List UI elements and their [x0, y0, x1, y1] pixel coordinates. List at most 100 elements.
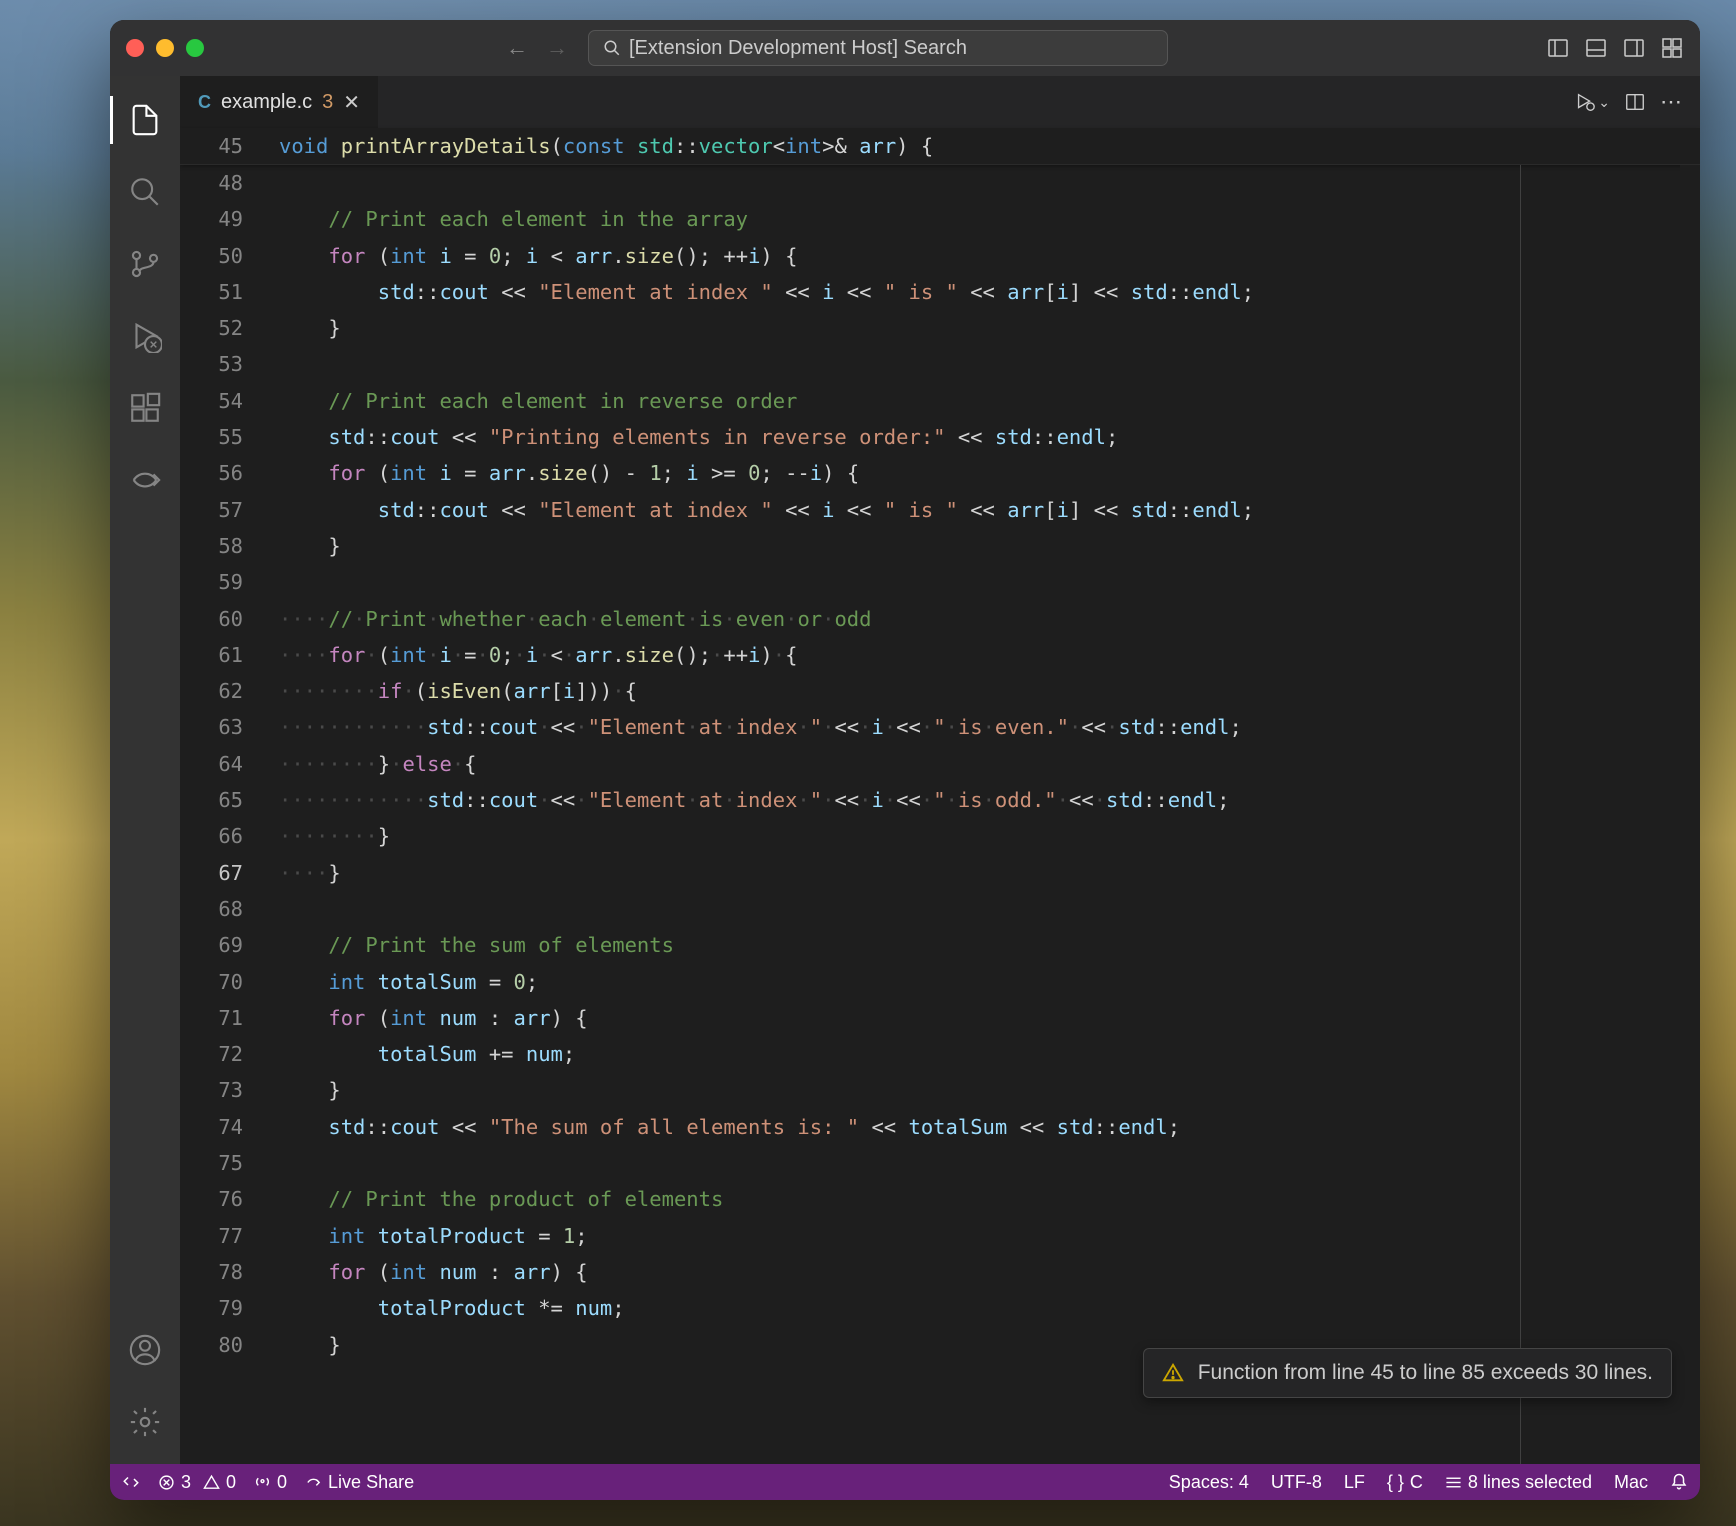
search-icon — [603, 39, 621, 57]
eol-indicator[interactable]: LF — [1344, 1472, 1365, 1493]
warning-icon — [203, 1474, 220, 1491]
maximize-window-button[interactable] — [186, 39, 204, 57]
selection-icon — [1445, 1476, 1462, 1489]
code-line: std::cout << "Element at index " << i <<… — [271, 492, 1700, 528]
code-line: // Print the sum of elements — [271, 927, 1700, 963]
code-line: totalProduct *= num; — [271, 1290, 1700, 1326]
ports-count: 0 — [277, 1472, 287, 1493]
more-actions-icon[interactable]: ⋯ — [1660, 89, 1682, 115]
tab-filename: example.c — [221, 91, 312, 114]
language-mode[interactable]: { } C — [1387, 1472, 1423, 1493]
tab-close-icon[interactable]: ✕ — [343, 90, 360, 115]
nav-forward-icon[interactable]: → — [546, 35, 568, 61]
code-line: } — [271, 528, 1700, 564]
code-line: int totalProduct = 1; — [271, 1218, 1700, 1254]
status-bar: 3 0 0 Live Share Spaces: 4 UTF-8 LF { } … — [110, 1464, 1700, 1500]
traffic-lights — [126, 39, 204, 57]
play-bug-icon — [1574, 91, 1596, 113]
bell-icon — [1670, 1473, 1688, 1491]
error-icon — [158, 1474, 175, 1491]
code-line: std::cout << "The sum of all elements is… — [271, 1109, 1700, 1145]
search-icon — [128, 175, 162, 209]
title-bar: ← → [Extension Development Host] Search — [110, 20, 1700, 76]
code-line: for (int num : arr) { — [271, 1254, 1700, 1290]
close-window-button[interactable] — [126, 39, 144, 57]
code-line: int totalSum = 0; — [271, 964, 1700, 1000]
code-line: // Print each element in the array — [271, 201, 1700, 237]
code-line: for (int i = arr.size() - 1; i >= 0; --i… — [271, 455, 1700, 491]
files-icon — [128, 103, 162, 137]
minimap[interactable] — [1680, 165, 1700, 1464]
code-line: // Print the product of elements — [271, 1181, 1700, 1217]
selection-indicator[interactable]: 8 lines selected — [1445, 1472, 1592, 1493]
tab-problems-badge: 3 — [322, 91, 333, 114]
minimize-window-button[interactable] — [156, 39, 174, 57]
code-line: totalSum += num; — [271, 1036, 1700, 1072]
code-line: for (int i = 0; i < arr.size(); ++i) { — [271, 238, 1700, 274]
code-line: ············std::cout·<<·"Element·at·ind… — [271, 782, 1700, 818]
code-line: std::cout << "Printing elements in rever… — [271, 419, 1700, 455]
os-indicator[interactable]: Mac — [1614, 1472, 1648, 1493]
error-count: 3 — [181, 1472, 191, 1493]
code-line — [271, 165, 1700, 201]
layout-sidebar-right-icon[interactable] — [1622, 36, 1646, 60]
activity-run-debug[interactable] — [110, 304, 180, 368]
indentation-indicator[interactable]: Spaces: 4 — [1169, 1472, 1249, 1493]
run-debug-dropdown[interactable]: ⌄ — [1574, 91, 1610, 113]
command-center-search[interactable]: [Extension Development Host] Search — [588, 30, 1168, 66]
tabs-row: C example.c 3 ✕ ⌄ ⋯ — [180, 76, 1700, 128]
live-share-button[interactable]: Live Share — [305, 1472, 414, 1493]
code-editor[interactable]: 4849505152535455565758596061626364656667… — [180, 165, 1700, 1464]
code-line: } — [271, 310, 1700, 346]
code-line — [271, 1145, 1700, 1181]
code-line — [271, 346, 1700, 382]
diagnostic-text: Function from line 45 to line 85 exceeds… — [1198, 1361, 1653, 1385]
code-line: ····for·(int·i·=·0;·i·<·arr.size();·++i)… — [271, 637, 1700, 673]
activity-bar — [110, 76, 180, 1464]
c-file-icon: C — [198, 92, 211, 113]
warning-icon — [1162, 1362, 1184, 1384]
code-line: std::cout << "Element at index " << i <<… — [271, 274, 1700, 310]
debug-icon — [128, 319, 162, 353]
live-share-icon — [128, 463, 162, 497]
line-number-gutter: 4849505152535455565758596061626364656667… — [180, 165, 271, 1363]
code-line: ········} — [271, 818, 1700, 854]
account-icon — [128, 1333, 162, 1367]
layout-panel-icon[interactable] — [1584, 36, 1608, 60]
code-line — [271, 564, 1700, 600]
code-line: ········if·(isEven(arr[i]))·{ — [271, 673, 1700, 709]
customize-layout-icon[interactable] — [1660, 36, 1684, 60]
code-line — [271, 891, 1700, 927]
radio-tower-icon — [254, 1474, 271, 1491]
notifications-button[interactable] — [1670, 1473, 1688, 1491]
remote-icon — [122, 1473, 140, 1491]
code-lines[interactable]: // Print each element in the array for (… — [271, 165, 1700, 1363]
live-share-icon — [305, 1474, 322, 1491]
problems-indicator[interactable]: 3 0 — [158, 1472, 236, 1493]
split-editor-icon[interactable] — [1624, 91, 1646, 113]
encoding-indicator[interactable]: UTF-8 — [1271, 1472, 1322, 1493]
activity-explorer[interactable] — [110, 88, 180, 152]
remote-indicator[interactable] — [122, 1473, 140, 1491]
code-line: } — [271, 1072, 1700, 1108]
activity-source-control[interactable] — [110, 232, 180, 296]
vscode-window: ← → [Extension Development Host] Search — [110, 20, 1700, 1500]
live-share-label: Live Share — [328, 1472, 414, 1493]
activity-extensions[interactable] — [110, 376, 180, 440]
editor-area: C example.c 3 ✕ ⌄ ⋯ 4 — [180, 76, 1700, 1464]
nav-back-icon[interactable]: ← — [506, 35, 528, 61]
search-placeholder: [Extension Development Host] Search — [629, 37, 967, 60]
extensions-icon — [128, 391, 162, 425]
code-line: ····//·Print·whether·each·element·is·eve… — [271, 601, 1700, 637]
layout-sidebar-left-icon[interactable] — [1546, 36, 1570, 60]
tab-example-c[interactable]: C example.c 3 ✕ — [180, 76, 379, 128]
code-line: ····} — [271, 855, 1700, 891]
sticky-scroll-header[interactable]: 45 void printArrayDetails(const std::vec… — [180, 128, 1700, 165]
activity-accounts[interactable] — [110, 1318, 180, 1382]
code-line: ········}·else·{ — [271, 746, 1700, 782]
ports-indicator[interactable]: 0 — [254, 1472, 287, 1493]
activity-search[interactable] — [110, 160, 180, 224]
activity-live-share[interactable] — [110, 448, 180, 512]
activity-settings[interactable] — [110, 1390, 180, 1454]
warning-count: 0 — [226, 1472, 236, 1493]
